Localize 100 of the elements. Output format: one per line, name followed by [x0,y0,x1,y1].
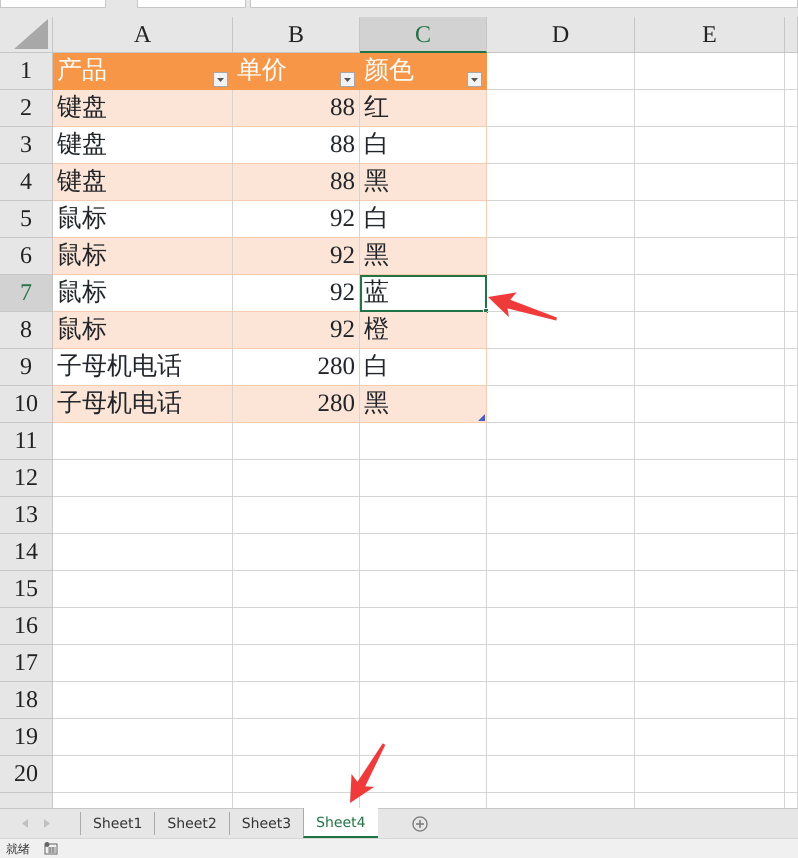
column-header[interactable]: C [360,17,487,53]
grid-cell[interactable] [233,497,360,534]
scroll-right-icon[interactable] [44,819,50,828]
grid-cell[interactable] [53,756,233,793]
row-header[interactable]: 13 [0,497,53,534]
grid-cell[interactable] [53,682,233,719]
grid-cell[interactable] [53,719,233,756]
row-header[interactable]: 3 [0,127,53,164]
macro-record-icon[interactable] [44,842,58,855]
sheet-tab[interactable]: Sheet4 [303,808,378,838]
grid-cell[interactable] [233,423,360,460]
filter-dropdown-icon[interactable] [467,72,482,87]
selected-cell[interactable]: 蓝 [360,275,487,312]
grid-cell[interactable] [635,127,785,164]
grid-cell[interactable] [487,645,635,682]
grid-cell[interactable] [53,534,233,571]
sheet-tab[interactable]: Sheet2 [154,812,229,835]
grid-cell[interactable] [360,460,487,497]
select-all-corner[interactable] [0,17,53,53]
grid-cell[interactable] [487,460,635,497]
scroll-left-icon[interactable] [22,819,28,828]
grid-cell[interactable] [360,497,487,534]
grid-cell[interactable] [233,608,360,645]
grid-cell[interactable] [487,534,635,571]
grid-cell[interactable] [53,497,233,534]
column-header[interactable]: D [487,17,635,53]
grid-cell[interactable] [635,719,785,756]
grid-cell[interactable] [487,90,635,127]
row-header[interactable]: 15 [0,571,53,608]
filter-dropdown-icon[interactable] [213,72,228,87]
grid-cell[interactable] [785,386,798,423]
grid-cell[interactable] [233,645,360,682]
grid-cell[interactable] [785,349,798,386]
row-header[interactable]: 19 [0,719,53,756]
table-resize-handle-icon[interactable] [478,414,485,421]
grid-cell[interactable] [53,460,233,497]
grid-cell[interactable] [635,460,785,497]
grid-cell[interactable] [635,164,785,201]
grid-cell[interactable] [785,534,798,571]
grid-cell[interactable] [233,719,360,756]
grid-cell[interactable] [233,682,360,719]
grid-cell[interactable] [360,682,487,719]
grid-cell[interactable] [785,127,798,164]
grid-cell[interactable] [53,571,233,608]
grid-cell[interactable] [487,164,635,201]
formula-controls[interactable] [137,0,246,8]
row-header[interactable]: 1 [0,53,53,90]
grid-cell[interactable] [635,571,785,608]
formula-bar[interactable] [250,0,798,8]
row-header[interactable]: 4 [0,164,53,201]
grid-cell[interactable] [360,571,487,608]
grid-cell[interactable] [785,53,798,90]
row-header[interactable]: 12 [0,460,53,497]
grid-cell[interactable] [487,423,635,460]
grid-cell[interactable] [785,756,798,793]
grid-cell[interactable] [785,201,798,238]
sheet-tab[interactable]: Sheet1 [81,812,154,835]
row-header[interactable]: 9 [0,349,53,386]
row-header[interactable]: 18 [0,682,53,719]
row-header[interactable]: 20 [0,756,53,793]
grid-cell[interactable] [360,608,487,645]
grid-cell[interactable] [487,386,635,423]
grid-cell[interactable] [635,756,785,793]
name-box[interactable] [0,0,106,8]
grid-cell[interactable] [487,53,635,90]
grid-cell[interactable] [785,164,798,201]
grid-cell[interactable] [635,386,785,423]
grid-cell[interactable] [635,53,785,90]
add-sheet-icon[interactable] [412,816,428,832]
grid-cell[interactable] [635,275,785,312]
grid-cell[interactable] [785,571,798,608]
row-header[interactable]: 2 [0,90,53,127]
grid-cell[interactable] [487,238,635,275]
grid-cell[interactable] [360,645,487,682]
grid-cell[interactable] [635,90,785,127]
grid-cell[interactable] [53,608,233,645]
grid-cell[interactable] [785,423,798,460]
grid-cell[interactable] [785,719,798,756]
grid-cell[interactable] [360,423,487,460]
grid-cell[interactable] [785,312,798,349]
grid-cell[interactable] [635,238,785,275]
row-header[interactable]: 14 [0,534,53,571]
grid-cell[interactable] [785,497,798,534]
grid-cell[interactable] [487,571,635,608]
grid-cell[interactable] [487,756,635,793]
grid-cell[interactable] [635,645,785,682]
grid-cell[interactable] [785,460,798,497]
grid-cell[interactable] [635,682,785,719]
grid-cell[interactable] [360,534,487,571]
grid-cell[interactable] [785,275,798,312]
grid-cell[interactable] [635,312,785,349]
grid-cell[interactable] [233,534,360,571]
grid-cell[interactable] [785,645,798,682]
row-header[interactable]: 7 [0,275,53,312]
grid-cell[interactable] [53,645,233,682]
row-header[interactable]: 5 [0,201,53,238]
column-header[interactable]: B [233,17,360,53]
grid-cell[interactable] [487,201,635,238]
grid-cell[interactable] [635,349,785,386]
grid-cell[interactable] [635,608,785,645]
